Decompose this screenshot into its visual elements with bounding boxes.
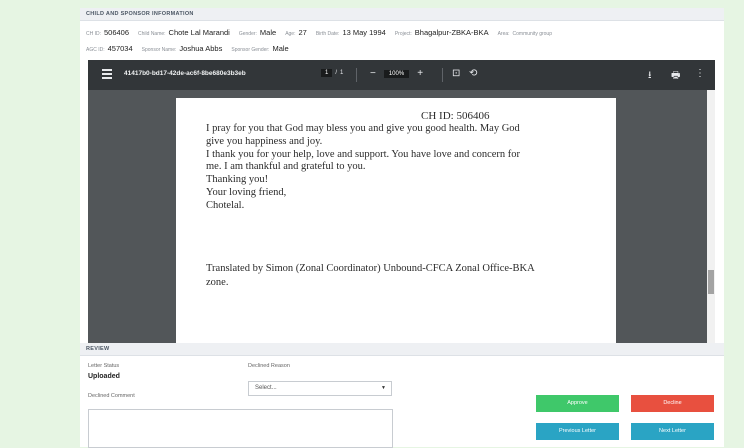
letter-line: Thanking you!	[206, 174, 269, 186]
pdf-scrollbar-thumb[interactable]	[708, 270, 714, 294]
sponsor-gender-value: Male	[272, 44, 289, 53]
letter-line: give you happiness and joy.	[206, 135, 323, 147]
pdf-scrollbar[interactable]	[707, 90, 715, 350]
caret-down-icon: ▼	[381, 385, 386, 391]
declined-reason-label: Declined Reason	[248, 363, 290, 369]
next-letter-button[interactable]: Next Letter	[631, 423, 714, 440]
approve-button[interactable]: Approve	[536, 395, 619, 412]
agc-id-value: 457034	[107, 44, 133, 53]
area-label: Area:	[497, 31, 510, 37]
toolbar-divider	[442, 68, 443, 82]
sponsor-name-label: Sponsor Name:	[141, 47, 177, 53]
zoom-in-icon[interactable]: +	[417, 68, 423, 79]
letter-line: Chotelal.	[206, 199, 245, 211]
declined-comment-textarea[interactable]	[88, 409, 393, 448]
zoom-level-input[interactable]: 100%	[383, 69, 410, 78]
previous-letter-button[interactable]: Previous Letter	[536, 423, 619, 440]
gender-value: Male	[259, 28, 277, 37]
letter-line: me. I am thankful and grateful to you.	[206, 161, 366, 173]
birth-date-value: 13 May 1994	[342, 28, 386, 37]
letter-status-value: Uploaded	[88, 373, 120, 380]
sponsor-name-value: Joshua Abbs	[179, 44, 223, 53]
print-icon[interactable]: 🖶	[671, 68, 680, 85]
sponsor-info-row: AGC ID: 457034 Sponsor Name: Joshua Abbs…	[86, 44, 295, 53]
declined-comment-label: Declined Comment	[88, 393, 135, 399]
project-value: Bhagalpur-ZBKA-BKA	[414, 28, 489, 37]
child-name-value: Chote Lal Marandi	[168, 28, 230, 37]
zoom-out-icon[interactable]: −	[370, 68, 376, 79]
area-value: Community group	[512, 31, 552, 37]
more-options-icon[interactable]: ⋮	[695, 68, 705, 79]
age-label: Age:	[285, 31, 296, 37]
fit-page-icon[interactable]: ⊡	[452, 68, 460, 79]
ch-id-value: 506406	[104, 28, 130, 37]
decline-button[interactable]: Decline	[631, 395, 714, 412]
letter-line: I thank you for your help, love and supp…	[206, 148, 521, 160]
letter-page: CH ID: 506406 I pray for you that God ma…	[176, 98, 616, 350]
child-info-row: CH ID: 506406 Child Name: Chote Lal Mara…	[86, 28, 552, 37]
page-total: 1	[340, 70, 344, 76]
child-name-label: Child Name:	[138, 31, 166, 37]
review-section-title: REVIEW	[80, 343, 724, 356]
rotate-icon[interactable]: ⟲	[469, 68, 477, 79]
pdf-viewer: 41417b0-bd17-42de-ac6f-8be680e3b3eb 1 / …	[88, 60, 715, 350]
toolbar-divider	[356, 68, 357, 82]
letter-ch-id: CH ID: 506406	[421, 110, 490, 122]
letter-review-panel: CHILD AND SPONSOR INFORMATION CH ID: 506…	[80, 8, 724, 448]
declined-reason-select[interactable]: Select... ▼	[248, 381, 392, 396]
birth-date-label: Birth Date:	[315, 31, 340, 37]
page-current-input[interactable]: 1	[321, 69, 333, 77]
pdf-toolbar: 41417b0-bd17-42de-ac6f-8be680e3b3eb 1 / …	[88, 60, 715, 90]
download-icon[interactable]: ⭳	[648, 68, 652, 85]
translation-note: Translated by Simon (Zonal Coordinator) …	[206, 262, 606, 290]
project-label: Project:	[394, 31, 412, 37]
pdf-file-name: 41417b0-bd17-42de-ac6f-8be680e3b3eb	[124, 70, 246, 77]
declined-reason-value: Select...	[255, 385, 277, 391]
letter-status-label: Letter Status	[88, 363, 120, 369]
page-indicator: 1 / 1	[321, 69, 343, 77]
letter-line: Your loving friend,	[206, 186, 287, 198]
zoom-controls: − 100% +	[370, 68, 423, 79]
translation-line: Translated by Simon (Zonal Coordinator) …	[206, 263, 535, 274]
age-value: 27	[298, 28, 307, 37]
translation-line: zone.	[206, 277, 229, 288]
hamburger-icon[interactable]	[102, 69, 112, 81]
ch-id-label: CH ID:	[86, 31, 101, 37]
info-section-title: CHILD AND SPONSOR INFORMATION	[80, 8, 724, 21]
letter-line: I pray for you that God may bless you an…	[206, 123, 520, 134]
gender-label: Gender:	[238, 31, 257, 37]
agc-id-label: AGC ID:	[86, 47, 105, 53]
sponsor-gender-label: Sponsor Gender:	[231, 47, 270, 53]
letter-body: I pray for you that God may bless you an…	[206, 123, 606, 213]
